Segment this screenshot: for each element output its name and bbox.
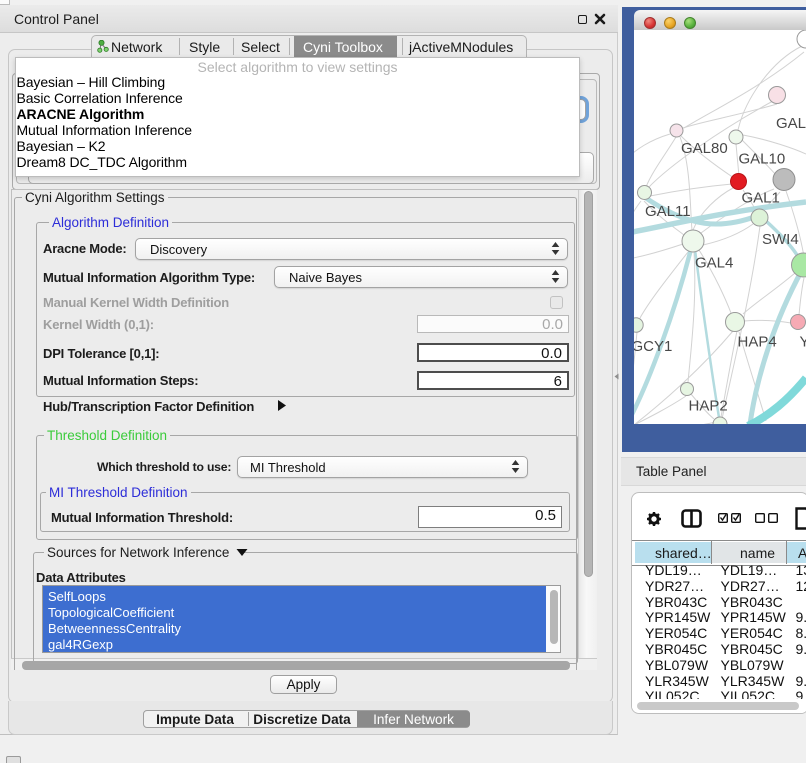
svg-text:GAL11: GAL11 [645, 203, 691, 220]
svg-text:GAL80: GAL80 [681, 140, 728, 157]
svg-text:GAL1: GAL1 [742, 190, 780, 207]
svg-text:SWI4: SWI4 [762, 231, 799, 248]
svg-text:GCY1: GCY1 [634, 338, 672, 355]
svg-text:HAP4: HAP4 [738, 334, 777, 351]
svg-text:GAL2: GAL2 [776, 115, 806, 132]
svg-text:HAP2: HAP2 [689, 398, 728, 415]
svg-text:GAL4: GAL4 [695, 255, 733, 272]
svg-text:YDR: YDR [800, 334, 806, 351]
svg-text:GAL10: GAL10 [739, 151, 786, 168]
